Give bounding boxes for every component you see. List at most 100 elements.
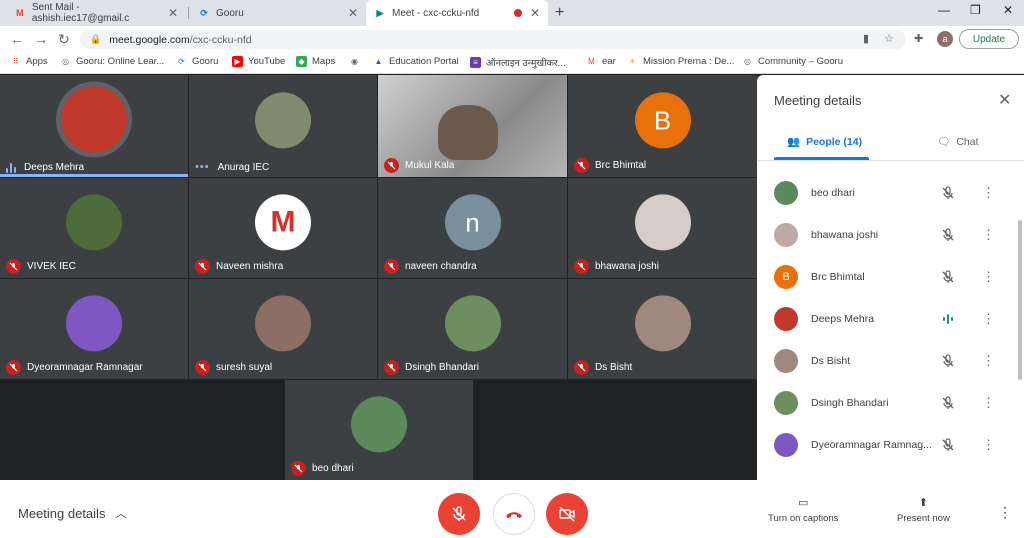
forward-icon[interactable]: → <box>34 31 48 47</box>
camera-icon[interactable]: ▮ <box>863 32 869 45</box>
avatar <box>774 391 798 415</box>
leave-call-button[interactable] <box>493 493 535 535</box>
avatar: M <box>255 194 311 251</box>
gmail-icon: M <box>588 57 595 66</box>
mic-off-icon <box>942 396 954 409</box>
address-bar[interactable]: 🔒 meet.google.com/cxc-ccku-nfd <box>80 30 906 49</box>
participant-tile[interactable]: ••• Anurag IEC <box>189 75 377 177</box>
participant-tile[interactable]: bhawana joshi <box>568 178 757 278</box>
divider <box>757 160 1024 161</box>
participant-tile[interactable]: Dsingh Bhandari <box>378 279 567 379</box>
more-options-icon[interactable]: ⋮ <box>982 311 995 327</box>
participant-tile[interactable]: n naveen chandra <box>378 178 567 278</box>
bookmark-online-orientation[interactable]: ≡ ऑनलाइन उन्मुखीकर... <box>470 56 566 69</box>
more-options-icon[interactable]: ⋮ <box>982 395 995 411</box>
participant-name: Brc Bhimtal <box>595 160 647 171</box>
speaking-indicator-icon <box>6 162 16 173</box>
participant-name: beo dhari <box>312 463 354 474</box>
profile-avatar[interactable]: a <box>937 31 953 47</box>
participant-name: Deeps Mehra <box>811 313 875 325</box>
extensions-icon[interactable]: ✚ <box>914 32 923 45</box>
bookmark-youtube[interactable]: ▶ YouTube <box>232 56 285 67</box>
close-icon[interactable]: ✕ <box>998 90 1011 110</box>
participant-tile[interactable]: VIVEK IEC <box>0 178 188 278</box>
more-options-icon[interactable]: ⋮ <box>982 227 995 243</box>
avatar <box>61 86 127 153</box>
participant-name: Ds Bisht <box>595 362 633 373</box>
present-now-button[interactable]: ⬆ Present now <box>897 496 950 524</box>
mic-toggle-button[interactable] <box>438 493 480 535</box>
tab-gooru[interactable]: ⟳ Gooru ✕ <box>190 0 366 26</box>
more-options-icon[interactable]: ⋮ <box>982 269 995 285</box>
avatar <box>66 194 122 251</box>
tab-people[interactable]: 👥 People (14) <box>787 135 862 149</box>
avatar <box>634 194 691 251</box>
bookmark-education-portal[interactable]: ▲ Education Portal <box>373 56 459 67</box>
tab-meet[interactable]: ▶ Meet - cxc-ccku-nfd ✕ <box>366 0 548 26</box>
tab-strip: M Sent Mail - ashish.iec17@gmail.c ✕ ⟳ G… <box>0 0 1024 26</box>
captions-button[interactable]: ▭ Turn on captions <box>768 496 838 524</box>
avatar <box>66 295 122 352</box>
bookmark-maps[interactable]: ◆ Maps <box>296 56 335 67</box>
star-icon[interactable]: ☆ <box>884 32 894 45</box>
back-icon[interactable]: ← <box>10 31 24 47</box>
close-tab-icon[interactable]: ✕ <box>168 6 178 20</box>
list-item[interactable]: bhawana joshi ⋮ <box>757 214 1007 256</box>
participant-video[interactable]: Mukul Kala <box>378 75 567 177</box>
tab-gmail[interactable]: M Sent Mail - ashish.iec17@gmail.c ✕ <box>6 0 186 26</box>
close-tab-icon[interactable]: ✕ <box>530 6 540 20</box>
bookmark-apps[interactable]: ⠿ Apps <box>10 56 48 67</box>
participant-tile[interactable]: Ds Bisht <box>568 279 757 379</box>
minimize-icon[interactable]: — <box>938 3 950 17</box>
bookmark-globe[interactable]: ◉ <box>349 56 365 67</box>
bookmark-gooru[interactable]: ⟳ Gooru <box>176 56 218 67</box>
bookmark-mission-prerna[interactable]: ☀ Mission Prerna : De... <box>627 56 734 67</box>
globe-icon: ◉ <box>351 57 358 66</box>
bookmark-gooru-online[interactable]: ◎ Gooru: Online Lear... <box>60 56 164 67</box>
list-item[interactable]: Ds Bisht ⋮ <box>757 340 1007 382</box>
participant-tile[interactable]: beo dhari <box>285 380 473 480</box>
avatar <box>634 295 691 352</box>
participant-tile[interactable]: Deeps Mehra <box>0 75 188 177</box>
restore-icon[interactable]: ❐ <box>970 3 981 17</box>
mic-off-icon <box>6 360 21 375</box>
participant-tile[interactable]: M Naveen mishra <box>189 178 377 278</box>
mic-off-icon <box>942 438 954 451</box>
participant-tile[interactable]: Dyeoramnagar Ramnagar <box>0 279 188 379</box>
list-item[interactable]: Dyeoramnagar Ramnag... ⋮ <box>757 424 1007 466</box>
participant-name: bhawana joshi <box>811 229 879 241</box>
mic-off-icon <box>942 228 954 241</box>
mic-off-icon <box>195 360 210 375</box>
bookmark-community-gooru[interactable]: ◎ Community – Gooru <box>742 56 843 67</box>
mic-off-icon <box>195 259 210 274</box>
list-item[interactable]: B Brc Bhimtal ⋮ <box>757 256 1007 298</box>
maps-icon: ◆ <box>296 56 307 67</box>
more-options-icon[interactable]: ⋮ <box>982 353 995 369</box>
reload-icon[interactable]: ↻ <box>58 31 70 48</box>
video-grid: Deeps Mehra ••• Anurag IEC Mukul Kala B B… <box>0 75 757 480</box>
close-tab-icon[interactable]: ✕ <box>348 6 358 20</box>
list-item[interactable]: Deeps Mehra ⋮ <box>757 298 1007 340</box>
more-options-icon[interactable]: ⋮ <box>982 185 995 201</box>
list-item[interactable]: Dsingh Bhandari ⋮ <box>757 382 1007 424</box>
participant-name: bhawana joshi <box>595 261 659 272</box>
tab-chat[interactable]: 🗨 Chat <box>937 135 979 149</box>
participant-name: Naveen mishra <box>216 261 284 272</box>
window-close-icon[interactable]: ✕ <box>1003 3 1013 17</box>
camera-toggle-button[interactable] <box>546 493 588 535</box>
meeting-details-button[interactable]: Meeting details ︿ <box>18 505 126 521</box>
mic-off-icon <box>942 270 954 283</box>
new-tab-button[interactable]: + <box>555 4 564 22</box>
scrollbar[interactable] <box>1018 220 1022 380</box>
bookmark-ear[interactable]: Mear <box>586 56 616 67</box>
participant-name: VIVEK IEC <box>27 261 76 272</box>
update-button[interactable]: Update <box>959 29 1019 49</box>
participant-tile[interactable]: B Brc Bhimtal <box>568 75 757 177</box>
more-options-icon[interactable]: ⋮ <box>982 437 995 453</box>
participant-tile[interactable]: suresh suyal <box>189 279 377 379</box>
list-item[interactable]: beo dhari ⋮ <box>757 172 1007 214</box>
avatar: n <box>444 194 501 251</box>
more-options-icon[interactable]: ⋮ <box>998 504 1012 521</box>
mission-prerna-icon: ☀ <box>628 57 637 66</box>
lock-icon: 🔒 <box>90 34 102 44</box>
